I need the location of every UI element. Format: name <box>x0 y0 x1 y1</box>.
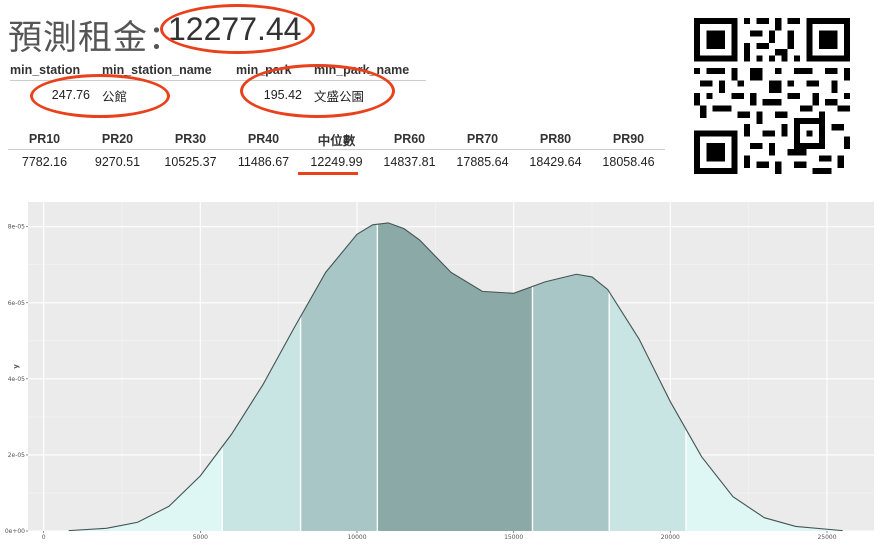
table-row: 247.76 公館 195.42 文盛公園 <box>10 81 426 110</box>
min-station-name-value: 公館 <box>102 89 128 104</box>
col-pr70: PR70 <box>446 129 519 150</box>
percentile-table: PR10 PR20 PR30 PR40 中位數 PR60 PR70 PR80 P… <box>8 129 665 174</box>
col-pr10: PR10 <box>8 129 81 150</box>
pr30-value: 10525.37 <box>164 155 217 169</box>
table-row: 7782.16 9270.51 10525.37 11486.67 12249.… <box>8 150 665 175</box>
median-value: 12249.99 <box>310 155 363 169</box>
col-min-park-name: min_park_name <box>314 60 426 81</box>
col-pr90: PR90 <box>592 129 665 150</box>
density-chart: 0 5000 10000 15000 20000 25000 0e+00 2e-05 4e-05… <box>5 202 874 541</box>
pr90-value: 18058.46 <box>602 155 655 169</box>
qr-code-icon <box>694 18 850 174</box>
col-min-station-name: min_station_name <box>102 60 236 81</box>
x-tick-label: 15000 <box>504 534 523 541</box>
nearest-poi-table: min_station min_station_name min_park mi… <box>10 60 426 109</box>
y-tick-label: 6e-05 <box>8 300 25 307</box>
pr20-value: 9270.51 <box>94 155 141 169</box>
pr40-value: 11486.67 <box>237 155 290 169</box>
x-tick-label: 20000 <box>661 534 680 541</box>
col-pr60: PR60 <box>373 129 446 150</box>
density-band <box>532 274 610 531</box>
y-axis-label: y <box>12 364 20 369</box>
col-pr40: PR40 <box>227 129 300 150</box>
y-tick-label: 8e-05 <box>8 224 25 231</box>
col-pr80: PR80 <box>519 129 592 150</box>
y-tick-label: 0e+00 <box>5 528 25 535</box>
x-tick-label: 0 <box>42 534 46 541</box>
col-median: 中位數 <box>300 129 373 150</box>
min-park-name-value: 文盛公園 <box>314 89 365 104</box>
predicted-rent-label: 預測租金： <box>8 18 183 58</box>
pr70-value: 17885.64 <box>456 155 509 169</box>
min-station-value: 247.76 <box>51 88 90 102</box>
col-pr20: PR20 <box>81 129 154 150</box>
y-tick-label: 2e-05 <box>8 452 25 459</box>
col-pr30: PR30 <box>154 129 227 150</box>
min-park-value: 195.42 <box>263 88 302 102</box>
pr60-value: 14837.81 <box>383 155 436 169</box>
predicted-rent-value: 12277.44 <box>168 11 302 47</box>
median-underline <box>298 172 358 175</box>
pr10-value: 7782.16 <box>21 155 68 169</box>
x-tick-label: 25000 <box>817 534 836 541</box>
x-tick-label: 5000 <box>193 534 208 541</box>
pr80-value: 18429.64 <box>529 155 582 169</box>
col-min-park: min_park <box>236 60 314 81</box>
x-tick-label: 10000 <box>347 534 366 541</box>
y-tick-label: 4e-05 <box>8 376 25 383</box>
col-min-station: min_station <box>10 60 102 81</box>
